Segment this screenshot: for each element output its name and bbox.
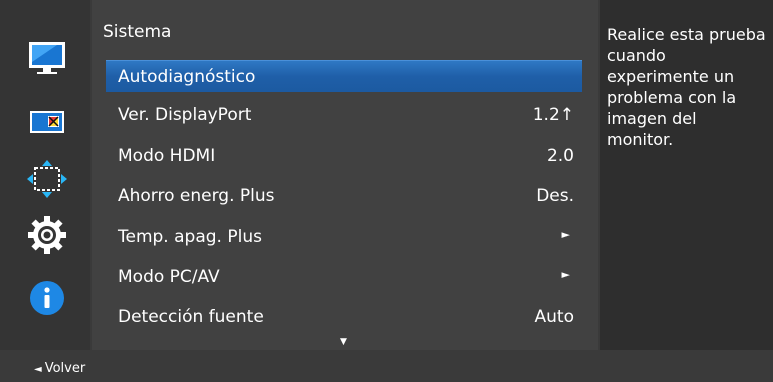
menu-item-pc-av-mode[interactable]: Modo PC/AV ► <box>106 261 582 292</box>
help-text: Realice esta prueba cuando experimente u… <box>607 25 766 149</box>
menu-item-value: 1.2↑ <box>532 105 574 125</box>
menu-item-value: Des. <box>536 186 574 206</box>
osd-frame: Sistema Autodiagnóstico Ver. DisplayPort… <box>0 0 773 382</box>
menu-item-label: Modo HDMI <box>118 146 216 166</box>
chevron-right-icon: ► <box>561 228 570 241</box>
sidebar <box>0 0 90 350</box>
menu-item-label: Autodiagnóstico <box>118 67 256 87</box>
menu-item-label: Ahorro energ. Plus <box>118 186 275 206</box>
menu-item-value: Auto <box>534 307 574 327</box>
color-screen-icon[interactable] <box>25 100 69 144</box>
menu-item-value: 2.0 <box>546 146 574 166</box>
menu-item-source-detection[interactable]: Detección fuente Auto <box>106 301 582 332</box>
settings-panel: Sistema Autodiagnóstico Ver. DisplayPort… <box>92 0 598 350</box>
page-title: Sistema <box>103 22 172 42</box>
back-button[interactable]: ◄ Volver <box>34 361 85 376</box>
menu-item-hdmi-mode[interactable]: Modo HDMI 2.0 <box>106 140 582 171</box>
menu-item-label: Ver. DisplayPort <box>118 105 252 125</box>
menu-item-eco-saving-plus[interactable]: Ahorro energ. Plus Des. <box>106 180 582 211</box>
bottom-bar: ◄ Volver <box>0 352 773 382</box>
menu-item-displayport-version[interactable]: Ver. DisplayPort 1.2↑ <box>106 99 582 130</box>
menu-item-off-timer-plus[interactable]: Temp. apag. Plus ► <box>106 221 582 252</box>
gear-icon[interactable] <box>25 213 69 257</box>
menu-item-autodiagnostico[interactable]: Autodiagnóstico <box>106 60 582 92</box>
menu-item-label: Modo PC/AV <box>118 267 220 287</box>
menu-item-label: Detección fuente <box>118 307 264 327</box>
move-size-icon[interactable] <box>25 157 69 201</box>
back-label: Volver <box>44 361 86 376</box>
chevron-right-icon: ► <box>561 268 570 281</box>
monitor-icon[interactable] <box>25 36 69 80</box>
back-arrow-icon: ◄ <box>34 364 42 375</box>
info-icon[interactable] <box>25 276 69 320</box>
scroll-down-icon[interactable]: ▼ <box>340 337 347 347</box>
help-panel: Realice esta prueba cuando experimente u… <box>600 0 773 350</box>
menu-item-label: Temp. apag. Plus <box>118 227 262 247</box>
